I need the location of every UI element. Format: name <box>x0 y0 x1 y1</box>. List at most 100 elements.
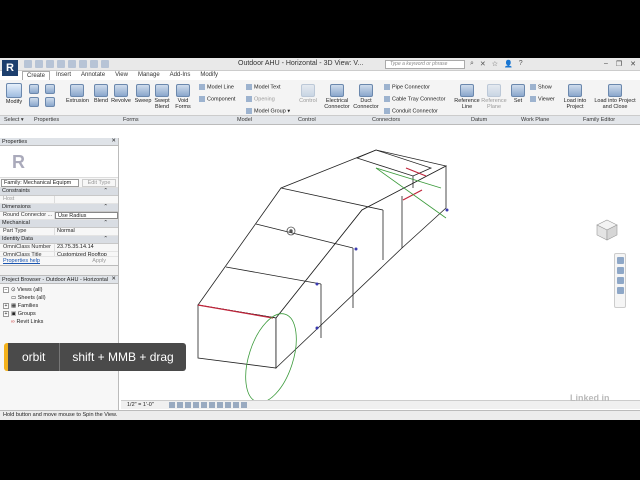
extrusion-button[interactable]: Extrusion <box>66 84 89 104</box>
set-label: Set <box>513 98 523 104</box>
swept-blend-button[interactable]: Swept Blend <box>151 84 173 110</box>
pipe-connector-button[interactable]: Pipe Connector <box>384 84 430 90</box>
tab-manage[interactable]: Manage <box>134 71 164 80</box>
section-constraints[interactable]: Constraints ⌃ <box>0 188 118 196</box>
property-value[interactable]: Use Radius <box>55 212 118 219</box>
exchange-icon[interactable]: ✕ <box>480 60 486 68</box>
tree-item-revit-links[interactable]: ∞ Revit Links <box>3 318 118 326</box>
shadows-icon[interactable] <box>193 402 199 408</box>
tab-insert[interactable]: Insert <box>52 71 75 80</box>
section-dimensions[interactable]: Dimensions ⌃ <box>0 204 118 212</box>
properties-button[interactable] <box>28 84 40 95</box>
temporary-hide-icon[interactable] <box>233 402 239 408</box>
model-group-button[interactable]: Model Group ▾ <box>246 108 290 114</box>
tab-create[interactable]: Create <box>22 71 51 80</box>
lock-3d-icon[interactable] <box>225 402 231 408</box>
detail-level-icon[interactable] <box>169 402 175 408</box>
expand-icon[interactable]: + <box>3 311 9 317</box>
electrical-connector-button[interactable]: Electrical Connector <box>322 84 352 110</box>
opening-button[interactable]: Opening <box>246 96 275 102</box>
type-properties-button[interactable] <box>28 97 40 108</box>
help-icon[interactable]: ? <box>519 60 523 68</box>
select-panel-label[interactable]: Select ▾ <box>4 117 24 123</box>
reference-line-button[interactable]: Reference Line <box>454 84 480 110</box>
3d-view-canvas[interactable] <box>121 138 640 403</box>
tab-view[interactable]: View <box>111 71 132 80</box>
close-icon[interactable]: ✕ <box>111 138 116 144</box>
redo-icon[interactable] <box>57 60 65 68</box>
tab-addins[interactable]: Add-Ins <box>166 71 195 80</box>
search-input[interactable]: Type a keyword or phrase <box>385 60 465 69</box>
set-workplane-button[interactable]: Set <box>510 84 526 104</box>
reveal-hidden-icon[interactable] <box>241 402 247 408</box>
view-scale[interactable]: 1/2" = 1'-0" <box>127 402 154 408</box>
binoculars-icon[interactable]: ⌕ <box>470 60 474 68</box>
model-text-button[interactable]: Model Text <box>246 84 281 90</box>
restore-icon[interactable]: ❐ <box>616 60 622 68</box>
orbit-icon[interactable] <box>616 287 624 294</box>
zoom-icon[interactable] <box>616 267 624 274</box>
undo-icon[interactable] <box>46 60 54 68</box>
duct-connector-button[interactable]: Duct Connector <box>353 84 379 110</box>
pane-splitter[interactable] <box>0 266 118 276</box>
star-icon[interactable]: ☆ <box>492 60 498 68</box>
property-key: OmniClass Title <box>0 252 55 256</box>
expand-icon[interactable]: + <box>3 303 9 309</box>
control-button[interactable]: Control <box>297 84 319 104</box>
properties-help-link[interactable]: Properties help <box>3 258 40 264</box>
load-and-close-button[interactable]: Load into Project and Close <box>592 84 638 110</box>
cable-tray-connector-button[interactable]: Cable Tray Connector <box>384 96 446 102</box>
print-icon[interactable] <box>68 60 76 68</box>
edit-type-button[interactable]: Edit Type <box>82 179 116 187</box>
save-icon[interactable] <box>35 60 43 68</box>
tree-item-sheets[interactable]: ▭ Sheets (all) <box>3 294 118 302</box>
show-workplane-button[interactable]: Show <box>530 84 552 90</box>
3d-view-icon[interactable] <box>101 60 109 68</box>
open-icon[interactable] <box>24 60 32 68</box>
viewcube-icon[interactable] <box>595 218 619 242</box>
blend-button[interactable]: Blend <box>90 84 112 104</box>
family-category-button[interactable] <box>44 84 56 95</box>
modify-button[interactable]: Modify <box>3 83 25 105</box>
revit-logo-icon[interactable]: R <box>2 60 18 76</box>
close-icon[interactable]: ✕ <box>111 276 116 282</box>
load-into-project-button[interactable]: Load into Project <box>561 84 589 110</box>
tab-modify[interactable]: Modify <box>196 71 222 80</box>
revolve-button[interactable]: Revolve <box>110 84 132 104</box>
apply-button[interactable]: Apply <box>92 258 106 264</box>
crop-icon[interactable] <box>209 402 215 408</box>
void-forms-button[interactable]: Void Forms <box>172 84 194 110</box>
model-line-button[interactable]: Model Line <box>199 84 234 90</box>
property-value[interactable]: Normal <box>55 228 118 235</box>
section-identity-data[interactable]: Identity Data ⌃ <box>0 236 118 244</box>
sun-path-icon[interactable] <box>185 402 191 408</box>
property-value[interactable]: 23.75.35.14.14 <box>55 244 118 251</box>
property-value[interactable]: Customized Rooftop <box>55 252 118 256</box>
close-icon[interactable]: ✕ <box>630 60 636 68</box>
viewer-button[interactable]: Viewer <box>530 96 555 102</box>
family-selector[interactable]: Family: Mechanical Equipm <box>1 179 79 187</box>
steering-wheel-icon[interactable] <box>616 257 624 264</box>
text-icon[interactable] <box>90 60 98 68</box>
tree-item-groups[interactable]: + ▣ Groups <box>3 310 118 318</box>
pan-icon[interactable] <box>616 277 624 284</box>
property-key: Part Type <box>0 228 55 235</box>
visual-style-icon[interactable] <box>177 402 183 408</box>
show-crop-icon[interactable] <box>217 402 223 408</box>
component-button[interactable]: Component <box>199 96 235 102</box>
conduit-connector-button[interactable]: Conduit Connector <box>384 108 438 114</box>
family-types-button[interactable] <box>44 97 56 108</box>
section-mechanical[interactable]: Mechanical ⌃ <box>0 220 118 228</box>
render-icon[interactable] <box>201 402 207 408</box>
reference-plane-button[interactable]: Reference Plane <box>481 84 507 110</box>
tree-item-views[interactable]: − ⊙ Views (all) <box>3 286 118 294</box>
tree-item-families[interactable]: + ▦ Families <box>3 302 118 310</box>
window-controls: – ❐ ✕ <box>604 60 636 68</box>
property-value[interactable] <box>55 196 118 203</box>
minimize-icon[interactable]: – <box>604 60 608 68</box>
tab-annotate[interactable]: Annotate <box>77 71 109 80</box>
user-icon[interactable]: 👤 <box>504 60 513 68</box>
measure-icon[interactable] <box>79 60 87 68</box>
collapse-icon[interactable]: − <box>3 287 9 293</box>
view-control-bar: 1/2" = 1'-0" <box>121 400 640 409</box>
